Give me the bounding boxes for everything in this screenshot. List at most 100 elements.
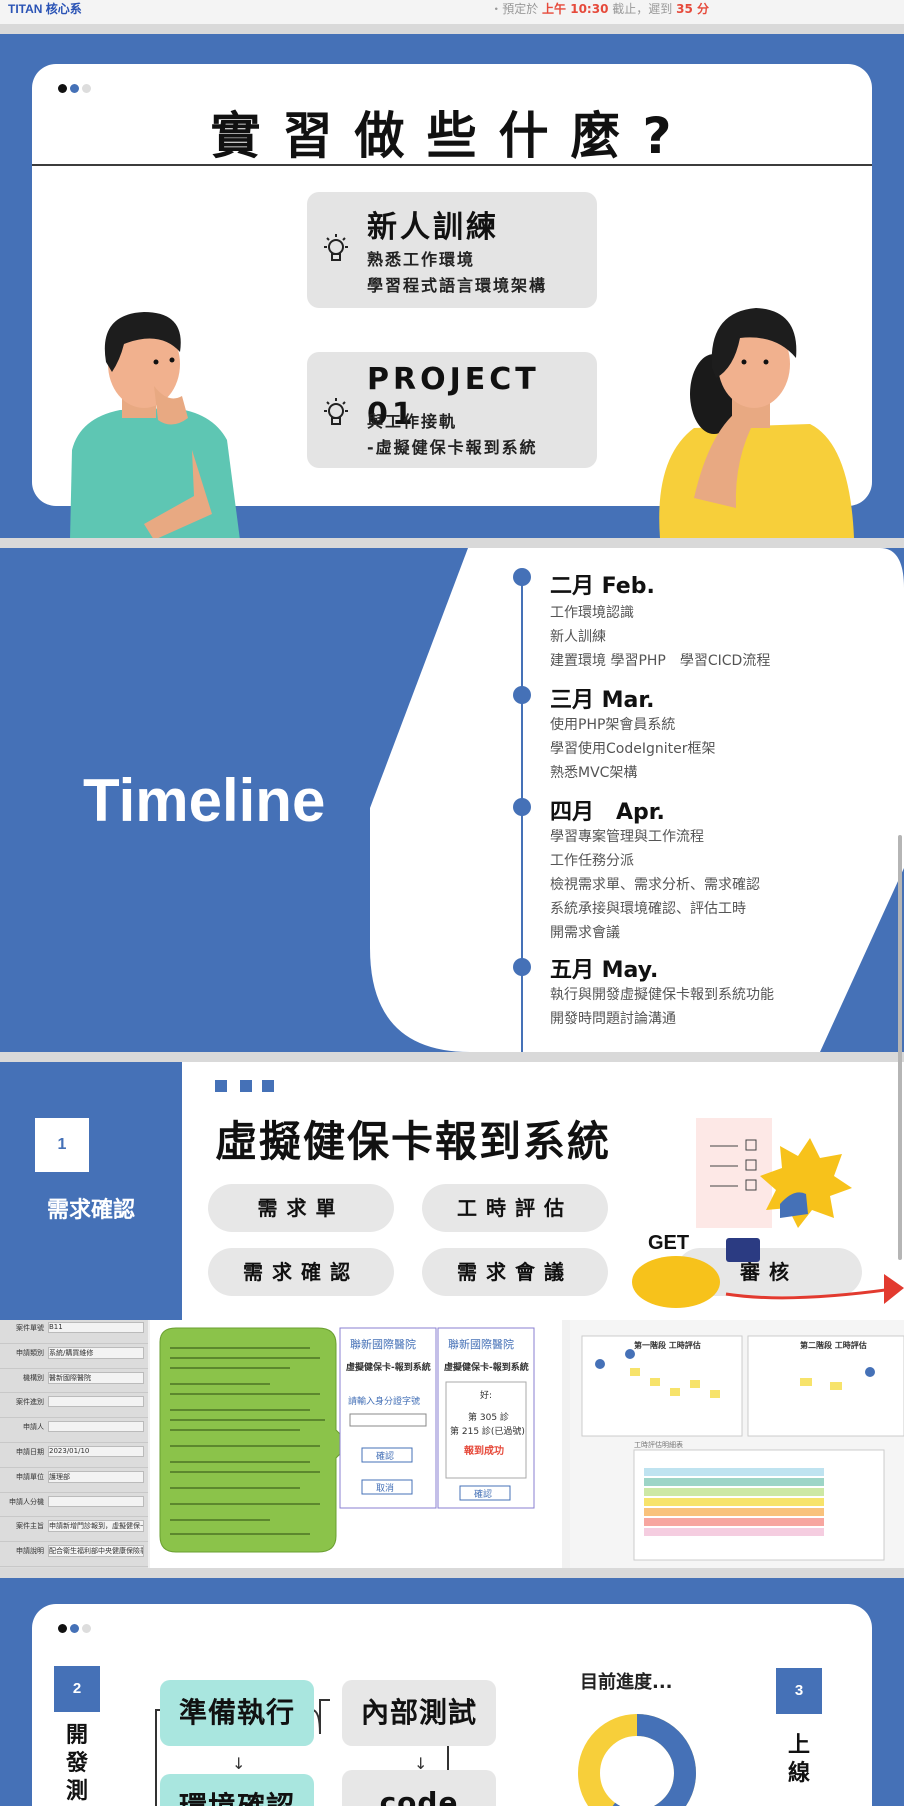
phone2-line3: 第 215 診(已過號) <box>450 1427 525 1437</box>
phone2-line1: 好: <box>480 1391 493 1401</box>
due-notice: ・預定於 上午 10:30 截止，遲到 35 分 <box>490 0 709 17</box>
mar-item: 學習使用CodeIgniter框架 <box>550 741 716 757</box>
slide1-title: 實習做些什麼? <box>210 107 694 165</box>
step1-number: 1 <box>35 1118 89 1172</box>
phone2-confirm: 確認 <box>474 1490 493 1500</box>
form-row: 申請人 <box>0 1419 148 1443</box>
form-value: 醫新國際醫院 <box>48 1371 144 1384</box>
timeline-dot <box>513 568 531 586</box>
form-value <box>48 1495 144 1507</box>
form-value: B11 <box>48 1322 144 1333</box>
pill-requirement-confirm: 需求確認 <box>208 1248 394 1296</box>
slide-separator <box>0 1052 904 1062</box>
slide-development: 2 開發測 準備執行 ↓ 環境確認 內部測試 ↓ code 目前進度... 3 … <box>0 1578 904 1806</box>
may-item: 開發時問題討論溝通 <box>550 1011 676 1027</box>
form-label: 申請日期 <box>16 1448 44 1456</box>
form-row: 案件進別 <box>0 1394 148 1419</box>
form-label: 申請類別 <box>16 1348 44 1357</box>
form-value <box>48 1421 144 1433</box>
form-row: 申請人分機 <box>0 1494 148 1518</box>
project-box: PROJECT 01 與工作接軌 -虛擬健保卡報到系統 <box>307 352 597 468</box>
due-prefix: ・預定於 <box>490 2 539 16</box>
form-row: 案件主旨 申請新增門診報到，虛擬健保卡 <box>0 1518 148 1543</box>
form-label: 案件進別 <box>16 1398 44 1407</box>
timeline-dot <box>513 958 531 976</box>
form-row: 申請類別 系統/購買維修 <box>0 1345 148 1369</box>
flow-internal-test: 內部測試 <box>342 1680 496 1746</box>
timeline-dot <box>513 686 531 704</box>
step1-label: 需求確認 <box>46 1198 135 1223</box>
hour-evaluation-art <box>581 1335 904 1561</box>
slide-separator <box>0 1568 904 1578</box>
form-label: 申請人分機 <box>9 1497 44 1506</box>
slide-requirements: 1 需求確認 虛擬健保卡報到系統 需求單 工時評估 需求確認 需求會議 審核 G… <box>0 1062 904 1568</box>
month-may: 五月 May. <box>550 958 659 983</box>
step3-number: 3 <box>776 1668 822 1714</box>
due-late: 35 分 <box>676 2 709 16</box>
flow-env-check: 環境確認 <box>160 1774 314 1806</box>
dots-icon <box>58 84 91 93</box>
step1-panel: 1 需求確認 <box>0 1062 182 1320</box>
mar-item: 熟悉MVC架構 <box>550 765 638 781</box>
approval-illustration <box>632 1118 904 1308</box>
spec-document-screenshot: 聯新國際醫院 虛擬健保卡-報到系統 請輸入身分證字號 確認 取消 聯新國際醫院 … <box>150 1320 562 1568</box>
eval-title-1: 第一階段 工時評估 <box>634 1341 701 1350</box>
progress-label: 目前進度... <box>580 1672 673 1693</box>
pill-hour-estimate: 工時評估 <box>422 1184 608 1232</box>
scrollbar-thumb[interactable] <box>898 835 902 1260</box>
slide-what-internship: 實習做些什麼? 新人訓練 熟悉工作環境 學習程式語言環境架構 PROJECT 0… <box>0 34 904 538</box>
form-label: 機構別 <box>23 1373 44 1382</box>
form-value: 2023/01/10 <box>48 1446 144 1457</box>
form-label: 申請人 <box>23 1423 44 1432</box>
progress-donut <box>578 1714 696 1806</box>
page-root: TITAN 核心系 ・預定於 上午 10:30 截止，遲到 35 分 實習做些什… <box>0 0 904 1806</box>
timeline-title: Timeline <box>83 767 326 834</box>
form-value: 配合衛生福利部中央健康保險署作業 <box>48 1545 144 1558</box>
phone2-line2: 第 305 診 <box>468 1413 509 1423</box>
strip-logo: TITAN 核心系 <box>8 2 82 16</box>
form-label: 案件單號 <box>16 1324 44 1332</box>
pill-requirement-form: 需求單 <box>208 1184 394 1232</box>
eval-caption: 工時評估明細表 <box>634 1441 683 1449</box>
lightbulb-icon <box>324 398 348 425</box>
slide-separator <box>0 24 904 34</box>
dots-icon <box>58 1624 91 1633</box>
training-line-2: 學習程式語言環境架構 <box>367 276 548 295</box>
phone1-cancel: 取消 <box>376 1484 395 1494</box>
mar-item: 使用PHP架會員系統 <box>550 717 676 733</box>
month-apr: 四月 Apr. <box>550 800 665 825</box>
feb-item: 建置環境 學習PHP 學習CICD流程 <box>550 653 771 669</box>
form-label: 案件主旨 <box>16 1522 44 1531</box>
hour-evaluation-screenshot: 第一階段 工時評估 第二階段 工時評估 工時評估明細表 <box>570 1320 904 1568</box>
request-form-screenshot: 案件單號 B11 申請類別 系統/購買維修 機構別 醫新國際醫院 案件進別 申請人 申請日期 20… <box>0 1320 148 1568</box>
lightbulb-icon <box>324 234 348 261</box>
slide3-title: 虛擬健保卡報到系統 <box>215 1117 612 1166</box>
phone1-hospital: 聯新國際醫院 <box>350 1338 416 1351</box>
flow-prepare: 準備執行 <box>160 1680 314 1746</box>
form-value <box>48 1396 144 1408</box>
phone2-hospital: 聯新國際醫院 <box>448 1338 514 1351</box>
form-value: 護理部 <box>48 1470 144 1483</box>
phone1-title: 虛擬健保卡-報到系統 <box>346 1363 431 1373</box>
timeline-dot <box>513 798 531 816</box>
square-marker <box>215 1080 227 1092</box>
step2-label: 開發測 <box>65 1723 88 1804</box>
flow-code: code <box>342 1770 496 1806</box>
square-marker <box>240 1080 252 1092</box>
phone1-prompt: 請輸入身分證字號 <box>348 1397 421 1407</box>
form-row: 案件單號 B11 <box>0 1320 148 1344</box>
slide-separator <box>0 538 904 548</box>
phone2-title: 虛擬健保卡-報到系統 <box>444 1363 529 1373</box>
thinking-man-illustration <box>70 312 240 538</box>
form-value: 系統/購買維修 <box>48 1346 144 1359</box>
training-box: 新人訓練 熟悉工作環境 學習程式語言環境架構 <box>307 192 597 308</box>
form-label: 申請說明 <box>16 1547 44 1556</box>
due-middle: 截止，遲到 <box>612 2 673 16</box>
thinking-woman-illustration <box>659 308 854 538</box>
apr-item: 工作任務分派 <box>550 853 634 869</box>
phone2-success: 報到成功 <box>464 1446 504 1457</box>
form-row: 機構別 醫新國際醫院 <box>0 1370 148 1394</box>
apr-item: 開需求會議 <box>550 925 620 941</box>
may-item: 執行與開發虛擬健保卡報到系統功能 <box>550 987 774 1003</box>
square-marker <box>262 1080 274 1092</box>
